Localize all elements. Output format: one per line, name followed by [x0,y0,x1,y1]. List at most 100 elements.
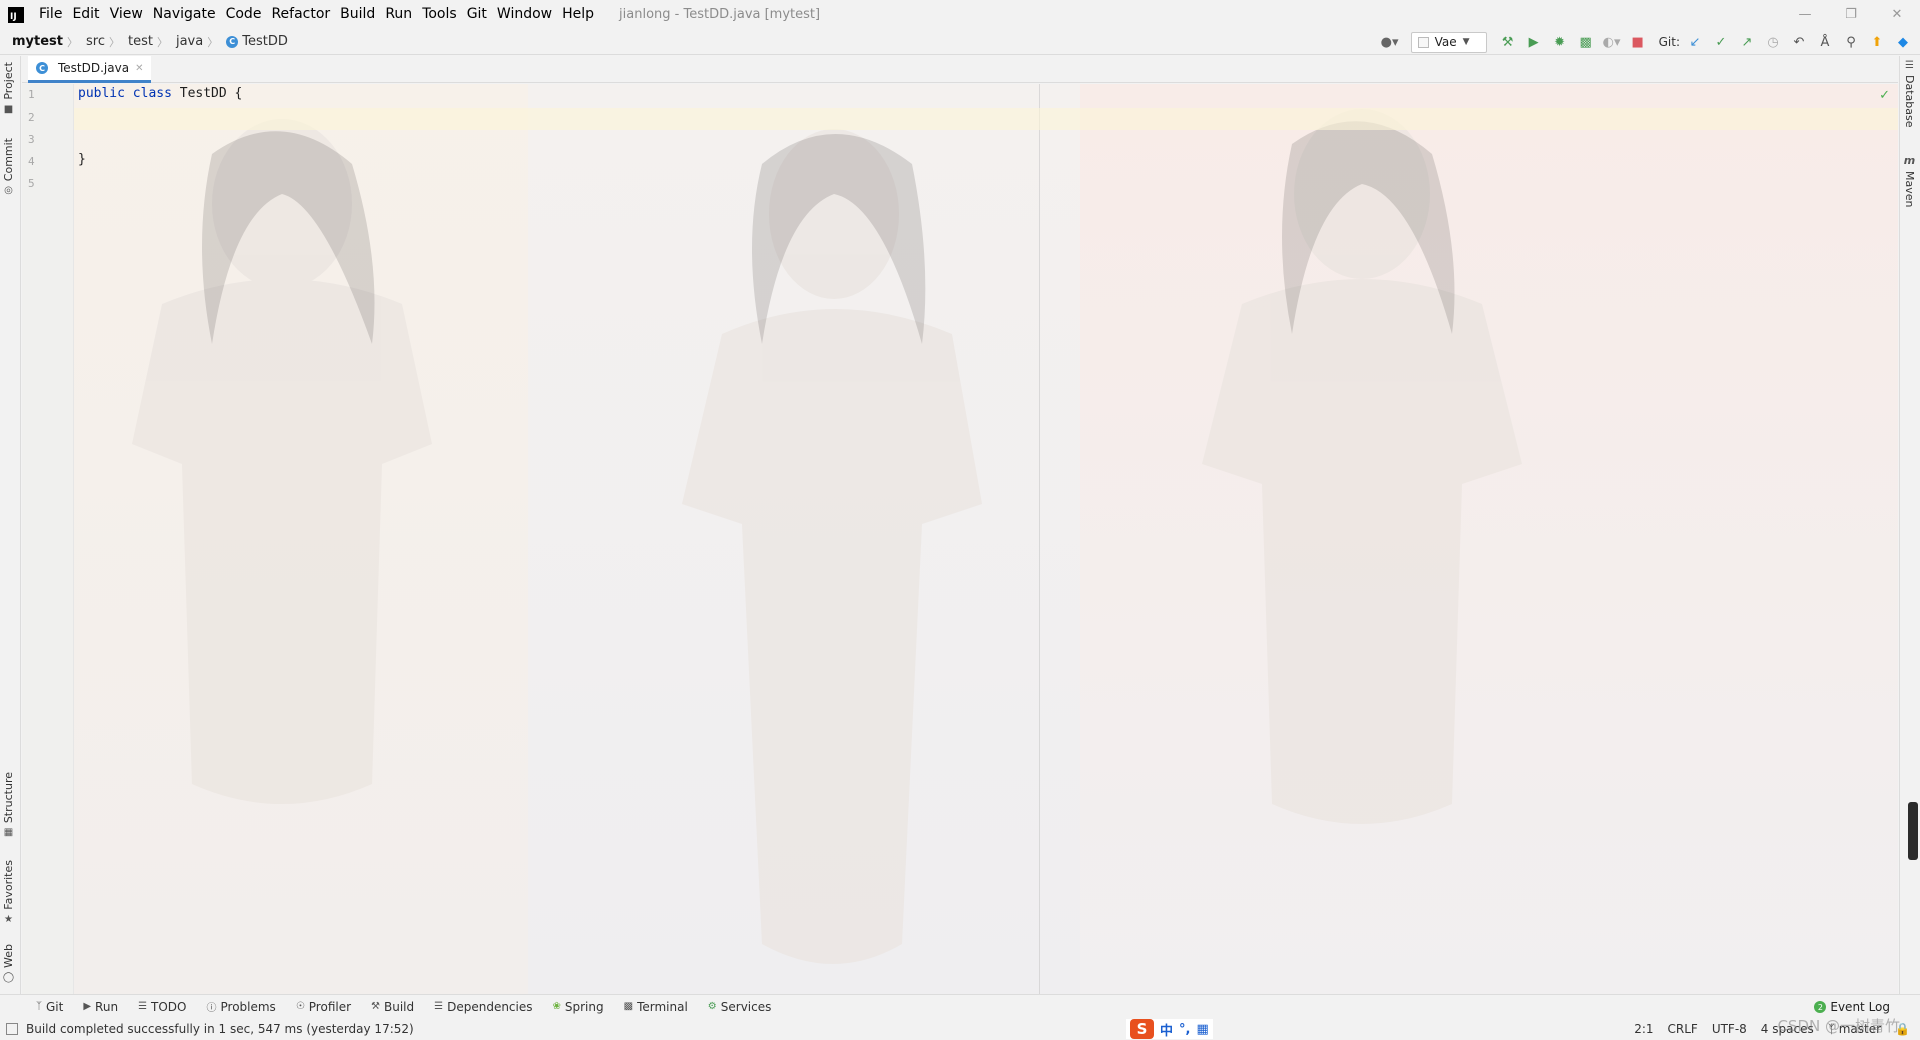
menu-git[interactable]: Git [462,0,492,29]
right-tool-strip: ☰ Database m Maven [1899,56,1920,994]
tool-run[interactable]: ▶ Run [75,995,126,1019]
status-message[interactable]: Build completed successfully in 1 sec, 5… [26,1022,414,1036]
tool-profiler[interactable]: ☉ Profiler [288,995,359,1019]
status-toggle-icon[interactable] [6,1023,18,1035]
tool-dependencies[interactable]: ☰ Dependencies [426,995,540,1019]
menu-tools[interactable]: Tools [417,0,462,29]
tool-tab-web[interactable]: Web ◯ [2,944,15,983]
config-icon [1417,36,1429,48]
search-icon[interactable]: ⚲ [1840,31,1862,53]
git-update-icon[interactable]: ↙ [1684,31,1706,53]
profiler-icon: ☉ [295,1001,305,1012]
tool-tab-label: Database [1903,75,1916,128]
line-number: 4 [28,155,35,168]
breadcrumb-class[interactable]: C TestDD [218,34,292,49]
chevron-right-icon: 〉 [156,35,168,49]
run-icon[interactable]: ▶ [1523,31,1545,53]
minimize-button[interactable]: — [1782,0,1828,29]
close-button[interactable]: ✕ [1874,0,1920,29]
update-available-icon[interactable]: ⬆ [1866,31,1888,53]
line-separator[interactable]: CRLF [1668,1022,1698,1036]
git-push-icon[interactable]: ↗ [1736,31,1758,53]
code-line[interactable]: public class TestDD { [78,86,242,101]
rollback-icon[interactable]: ↶ [1788,31,1810,53]
tool-tab-maven[interactable]: m Maven [1903,154,1916,207]
tool-todo[interactable]: ☰ TODO [130,995,194,1019]
breadcrumb-test[interactable]: test [120,34,157,49]
breadcrumb-project[interactable]: mytest [0,34,67,49]
menu-refactor[interactable]: Refactor [266,0,335,29]
menu-edit[interactable]: Edit [67,0,104,29]
history-icon[interactable]: ◷ [1762,31,1784,53]
menu-code[interactable]: Code [221,0,267,29]
editor-tab-bar: C TestDD.java ✕ [22,56,1898,83]
navigation-bar: mytest 〉 src 〉 test 〉 java 〉 C TestDD ●▾… [0,29,1920,55]
tool-label: Build [384,999,415,1014]
status-bar: Build completed successfully in 1 sec, 5… [0,1017,1920,1040]
translate-icon[interactable]: Å [1814,31,1836,53]
code-line[interactable]: } [78,152,86,167]
code-text: } [78,152,86,167]
no-problems-check-icon[interactable]: ✓ [1879,88,1890,103]
tool-tab-label: Project [2,62,15,100]
intellij-logo-icon[interactable]: IJ [8,6,24,23]
folder-icon: ■ [3,103,14,115]
breadcrumb-java[interactable]: java [168,34,207,49]
input-method-toolbar[interactable]: S 中 °, ▦ [1126,1019,1213,1039]
file-encoding[interactable]: UTF-8 [1712,1022,1747,1036]
menu-help[interactable]: Help [557,0,599,29]
run-configuration-select[interactable]: Vae ▼ [1410,31,1487,53]
git-commit-icon[interactable]: ✓ [1710,31,1732,53]
tool-tab-project[interactable]: Project ■ [2,62,15,115]
scrollbar-thumb[interactable] [1908,802,1918,860]
ime-grid-icon[interactable]: ▦ [1196,1022,1208,1037]
editor-tab-testdd[interactable]: C TestDD.java ✕ [28,56,152,83]
chevron-right-icon: 〉 [67,35,79,49]
tool-git[interactable]: ᛉ Git [28,995,71,1019]
tool-label: Dependencies [447,999,533,1014]
ime-language-toggle[interactable]: 中 [1160,1020,1173,1039]
breadcrumb-src[interactable]: src [78,34,109,49]
breadcrumb-label: test [128,34,153,49]
tool-label: Problems [220,999,276,1014]
tool-services[interactable]: ⚙ Services [700,995,780,1019]
tool-tab-favorites[interactable]: Favorites ★ [2,860,15,925]
menu-view[interactable]: View [105,0,148,29]
jetbrains-toolbox-icon[interactable]: ◆ [1892,31,1914,53]
right-margin-guide [1039,84,1040,994]
tool-label: Services [720,999,772,1014]
tool-terminal[interactable]: ▩ Terminal [616,995,696,1019]
stop-icon[interactable]: ■ [1627,31,1649,53]
tool-tab-structure[interactable]: Structure ▦ [2,772,15,838]
caret-position[interactable]: 2:1 [1634,1022,1653,1036]
run-config-label: Vae [1434,35,1457,49]
breadcrumb-label: java [175,34,204,49]
coverage-icon[interactable]: ▩ [1575,31,1597,53]
chevron-right-icon: 〉 [207,35,219,49]
user-icon[interactable]: ●▾ [1379,31,1401,53]
restore-button[interactable]: ❐ [1828,0,1874,29]
tool-tab-database[interactable]: ☰ Database [1903,60,1916,128]
menu-file[interactable]: File [34,0,67,29]
chevron-right-icon: 〉 [109,35,120,49]
ime-punctuation-toggle[interactable]: °, [1179,1022,1190,1037]
tool-spring[interactable]: ❀ Spring [545,995,612,1019]
debug-icon[interactable]: ✹ [1549,31,1571,53]
menu-navigate[interactable]: Navigate [148,0,221,29]
menu-run[interactable]: Run [380,0,417,29]
close-tab-icon[interactable]: ✕ [135,63,143,74]
tool-problems[interactable]: ⓘ Problems [199,995,284,1019]
dropdown-arrow-icon: ▼ [1462,37,1470,47]
code-text: TestDD { [171,86,243,101]
menu-window[interactable]: Window [492,0,557,29]
window-title: jianlong - TestDD.java [mytest] [619,7,821,22]
layers-icon: ☰ [434,1001,444,1012]
profile-icon[interactable]: ◐▾ [1601,31,1623,53]
tool-tab-commit[interactable]: Commit ◎ [2,138,15,196]
menu-build[interactable]: Build [335,0,380,29]
code-editor[interactable]: 1 2 3 4 5 public class TestDD { } ✓ [22,84,1898,994]
build-hammer-icon[interactable]: ⚒ [1497,31,1519,53]
git-branch-icon: ᛉ [36,1001,42,1012]
tool-label: Git [46,999,64,1014]
tool-build[interactable]: ⚒ Build [363,995,422,1019]
